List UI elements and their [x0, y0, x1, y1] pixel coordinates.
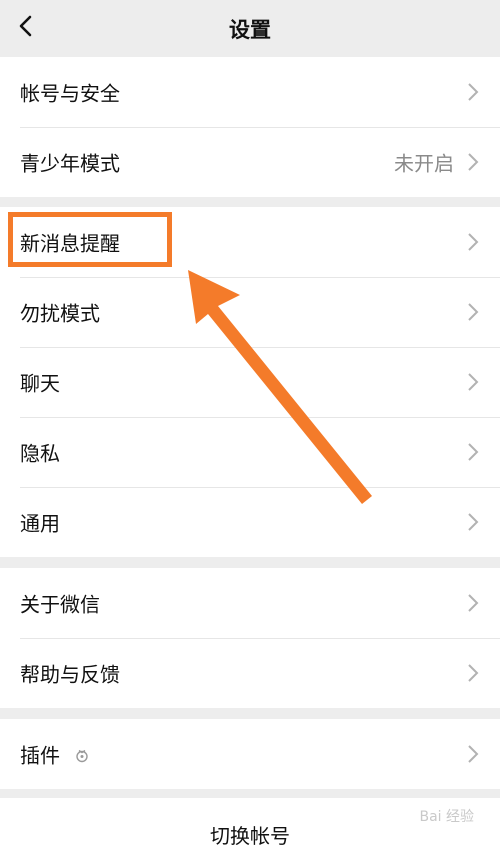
settings-item-label: 关于微信: [20, 592, 100, 617]
settings-item-label: 帮助与反馈: [20, 662, 120, 687]
chevron-right-icon: [468, 664, 479, 682]
chevron-right-icon: [468, 443, 479, 461]
settings-group-plugins: 插件: [0, 719, 500, 789]
chevron-right-icon: [468, 373, 479, 391]
watermark: Bai 经验: [419, 809, 474, 825]
settings-item-label: 聊天: [20, 371, 60, 396]
chevron-right-icon: [468, 83, 479, 101]
orange-arrow-icon: [188, 270, 372, 504]
settings-item-help-feedback[interactable]: 帮助与反馈: [0, 638, 500, 708]
settings-group-account: 帐号与安全 青少年模式 未开启: [0, 57, 500, 197]
settings-group-about: 关于微信 帮助与反馈: [0, 568, 500, 708]
teen-mode-status: 未开启: [394, 151, 454, 176]
settings-item-label: 插件: [20, 743, 60, 768]
switch-account-label: 切换帐号: [210, 824, 290, 848]
settings-item-label: 勿扰模式: [20, 301, 100, 326]
settings-item-account-security[interactable]: 帐号与安全: [0, 57, 500, 127]
settings-item-teen-mode[interactable]: 青少年模式 未开启: [0, 127, 500, 197]
navigation-bar: 设置: [0, 0, 500, 56]
chevron-right-icon: [468, 153, 479, 171]
chevron-right-icon: [468, 513, 479, 531]
settings-item-label-row: 插件: [20, 740, 90, 769]
settings-item-label: 帐号与安全: [20, 81, 120, 106]
chevron-right-icon: [468, 594, 479, 612]
settings-item-label: 隐私: [20, 441, 60, 466]
chevron-right-icon: [468, 233, 479, 251]
settings-item-label: 通用: [20, 511, 60, 536]
page-title: 设置: [229, 18, 271, 42]
settings-item-label: 青少年模式: [20, 151, 120, 176]
settings-item-plugins[interactable]: 插件: [0, 719, 500, 789]
highlight-box: [8, 212, 172, 267]
settings-item-about-wechat[interactable]: 关于微信: [0, 568, 500, 638]
chevron-right-icon: [468, 303, 479, 321]
chevron-right-icon: [468, 745, 479, 763]
plugin-icon: [76, 749, 89, 763]
